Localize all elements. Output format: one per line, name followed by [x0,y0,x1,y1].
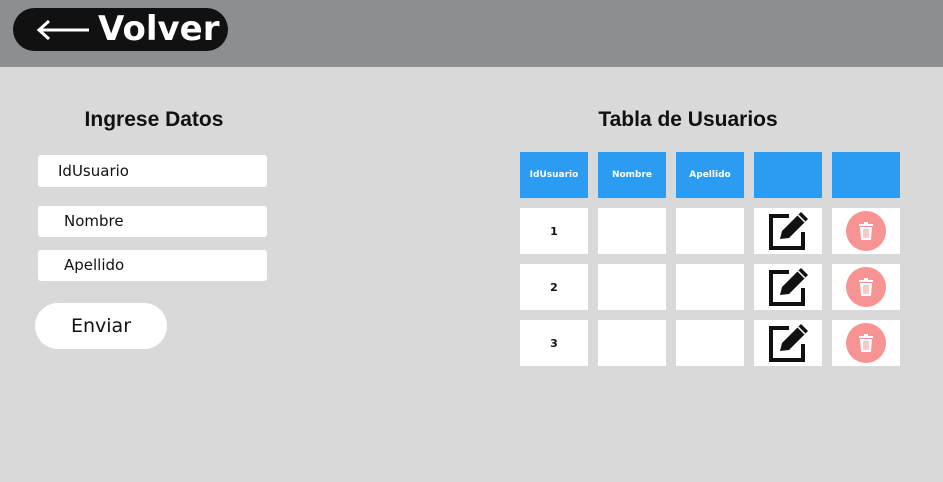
cell-apellido-2 [676,264,744,310]
edit-icon [769,324,808,362]
edit-button-3[interactable] [754,320,822,366]
arrow-left-icon [36,20,89,40]
delete-button-1[interactable] [832,208,900,254]
back-label: Volver [98,9,220,49]
enviar-button[interactable]: Enviar [35,303,167,349]
cell-id-2: 2 [520,264,588,310]
edit-icon [769,268,808,306]
apellido-placeholder: Apellido [64,256,125,274]
form-title: Ingrese Datos [84,108,224,131]
cell-nombre-3 [598,320,666,366]
header-delete [832,152,900,198]
cell-id-3: 3 [520,320,588,366]
edit-icon [769,212,808,250]
edit-button-2[interactable] [754,264,822,310]
trash-icon [859,334,873,352]
nombre-placeholder: Nombre [64,212,124,230]
delete-circle [846,211,886,251]
apellido-field[interactable]: Apellido [38,250,267,281]
trash-icon [859,278,873,296]
delete-button-3[interactable] [832,320,900,366]
id-usuario-placeholder: IdUsuario [58,162,129,180]
cell-apellido-1 [676,208,744,254]
header-nombre: Nombre [598,152,666,198]
delete-button-2[interactable] [832,264,900,310]
table-title: Tabla de Usuarios [598,108,778,131]
cell-nombre-1 [598,208,666,254]
header-edit [754,152,822,198]
delete-circle [846,323,886,363]
edit-button-1[interactable] [754,208,822,254]
trash-icon [859,222,873,240]
cell-nombre-2 [598,264,666,310]
header-apellido: Apellido [676,152,744,198]
cell-apellido-3 [676,320,744,366]
header-idusuario: IdUsuario [520,152,588,198]
cell-id-1: 1 [520,208,588,254]
back-button[interactable]: Volver [13,8,228,51]
nombre-field[interactable]: Nombre [38,206,267,237]
id-usuario-field[interactable]: IdUsuario [38,155,267,187]
delete-circle [846,267,886,307]
